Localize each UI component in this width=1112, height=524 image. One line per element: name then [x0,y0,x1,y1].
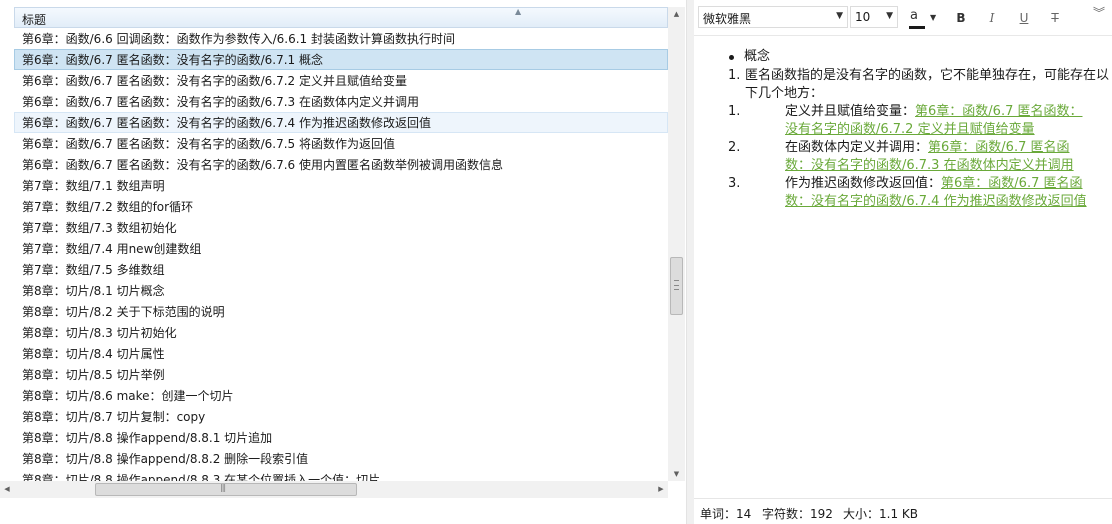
list-item-text: 匿名函数指的是没有名字的函数，它不能单独存在，可能存在以下几个地方： [745,68,1110,101]
left-status-area [0,498,686,524]
list-row[interactable]: 第8章：切片/8.8 操作append/8.8.1 切片追加 [14,427,668,448]
text-color-icon: a [910,8,918,23]
list-row[interactable]: 第8章：切片/8.5 切片举例 [14,364,668,385]
bold-button[interactable]: B [950,8,972,28]
nested-item-label: 定义并且赋值给变量： [785,104,916,119]
nested-list-text: 定义并且赋值给变量：第6章：函数/6.7 匿名函数：没有名字的函数/6.7.2 … [785,103,1091,139]
outline-pane: 标题 ▲ 第6章：函数/6.6 回调函数：函数作为参数传入/6.6.1 封装函数… [0,0,686,498]
bullet-dot-icon [729,55,734,60]
list-row[interactable]: 第8章：切片/8.6 make：创建一个切片 [14,385,668,406]
list-row[interactable]: 第6章：函数/6.6 回调函数：函数作为参数传入/6.6.1 封装函数计算函数执… [14,28,668,49]
list-row[interactable]: 第8章：切片/8.8 操作append/8.8.3 在某个位置插入一个值：切片 [14,469,668,481]
nested-item-label: 作为推迟函数修改返回值： [785,176,942,191]
list-number: 1. [728,104,741,119]
nested-list-item: 3. 作为推迟函数修改返回值：第6章：函数/6.7 匿名函数：没有名字的函数/6.… [728,175,1112,211]
nested-list-text: 作为推迟函数修改返回值：第6章：函数/6.7 匿名函数：没有名字的函数/6.7.… [785,175,1091,211]
list-row[interactable]: 第8章：切片/8.3 切片初始化 [14,322,668,343]
text-color-button[interactable]: a ▼ [906,8,940,29]
list-row[interactable]: 第8章：切片/8.2 关于下标范围的说明 [14,301,668,322]
nested-item-label: 在函数体内定义并调用： [785,140,929,155]
scroll-right-arrow-icon[interactable]: ▶ [654,481,668,498]
sort-ascending-icon: ▲ [515,7,522,16]
column-header-title[interactable]: 标题 ▲ [14,7,668,28]
font-family-select[interactable]: 微软雅黑 ▼ [698,6,848,28]
list-row[interactable]: 第6章：函数/6.7 匿名函数：没有名字的函数/6.7.1 概念 [14,49,668,70]
bullet-text: 概念 [744,49,771,64]
list-row[interactable]: 第8章：切片/8.7 切片复制：copy [14,406,668,427]
chevron-down-icon: ▼ [836,11,843,21]
list-row[interactable]: 第7章：数组/7.2 数组的for循环 [14,196,668,217]
underline-button[interactable]: U [1013,8,1035,28]
list-row[interactable]: 第8章：切片/8.1 切片概念 [14,280,668,301]
column-header-label: 标题 [22,13,47,27]
list-row[interactable]: 第6章：函数/6.7 匿名函数：没有名字的函数/6.7.4 作为推迟函数修改返回… [14,112,668,133]
list-row[interactable]: 第7章：数组/7.1 数组声明 [14,175,668,196]
list-number: 3. [728,176,741,191]
nested-list-item: 2. 在函数体内定义并调用：第6章：函数/6.7 匿名函数：没有名字的函数/6.7… [728,139,1112,175]
nested-list-text: 在函数体内定义并调用：第6章：函数/6.7 匿名函数：没有名字的函数/6.7.3… [785,139,1091,175]
list-row[interactable]: 第8章：切片/8.8 操作append/8.8.2 删除一段索引值 [14,448,668,469]
font-size-value: 10 [855,10,871,24]
editor-pane: 微软雅黑 ▼ 10 ▼ a ▼ B I U T ︾ 概念 1. 匿名函数指的是没… [694,0,1112,498]
scroll-left-arrow-icon[interactable]: ◀ [0,481,14,498]
font-family-value: 微软雅黑 [703,12,752,26]
nested-ordered-list: 1. 定义并且赋值给变量：第6章：函数/6.7 匿名函数：没有名字的函数/6.7.… [728,103,1112,211]
list-row[interactable]: 第7章：数组/7.5 多维数组 [14,259,668,280]
word-count: 单词：14 [700,507,752,521]
list-row[interactable]: 第6章：函数/6.7 匿名函数：没有名字的函数/6.7.2 定义并且赋值给变量 [14,70,668,91]
char-count: 字符数：192 [762,507,833,521]
font-size-select[interactable]: 10 ▼ [850,6,898,28]
vertical-scroll-thumb[interactable] [670,257,683,315]
status-bar: 单词：14 字符数：192 大小：1.1 KB [694,498,1112,524]
title-list: 第6章：函数/6.6 回调函数：函数作为参数传入/6.6.1 封装函数计算函数执… [14,28,668,481]
chevron-down-icon: ▼ [886,11,893,21]
more-options-icon[interactable]: ︾ [1088,7,1110,28]
list-row[interactable]: 第8章：切片/8.4 切片属性 [14,343,668,364]
list-row[interactable]: 第7章：数组/7.3 数组初始化 [14,217,668,238]
strikethrough-button[interactable]: T [1044,8,1066,28]
list-row[interactable]: 第6章：函数/6.7 匿名函数：没有名字的函数/6.7.6 使用内置匿名函数举例… [14,154,668,175]
pane-splitter[interactable] [686,0,694,524]
vertical-scrollbar[interactable]: ▲ ▼ [668,7,685,481]
list-row[interactable]: 第7章：数组/7.4 用new创建数组 [14,238,668,259]
scroll-up-arrow-icon[interactable]: ▲ [668,7,685,21]
horizontal-scroll-thumb[interactable]: ||| [95,483,357,496]
file-size: 大小：1.1 KB [843,507,919,521]
chevron-down-icon[interactable]: ▼ [930,8,936,28]
ordered-list: 1. 匿名函数指的是没有名字的函数，它不能单独存在，可能存在以下几个地方： 1.… [728,67,1112,211]
nested-list-item: 1. 定义并且赋值给变量：第6章：函数/6.7 匿名函数：没有名字的函数/6.7.… [728,103,1112,139]
list-row[interactable]: 第6章：函数/6.7 匿名函数：没有名字的函数/6.7.3 在函数体内定义并调用 [14,91,668,112]
horizontal-scrollbar[interactable]: ◀ ||| ▶ [0,481,668,498]
format-toolbar: 微软雅黑 ▼ 10 ▼ a ▼ B I U T ︾ [694,0,1112,36]
italic-button[interactable]: I [981,8,1003,28]
list-number: 2. [728,140,741,155]
scroll-down-arrow-icon[interactable]: ▼ [668,467,685,481]
list-number: 1. [728,68,741,83]
list-row[interactable]: 第6章：函数/6.7 匿名函数：没有名字的函数/6.7.5 将函数作为返回值 [14,133,668,154]
